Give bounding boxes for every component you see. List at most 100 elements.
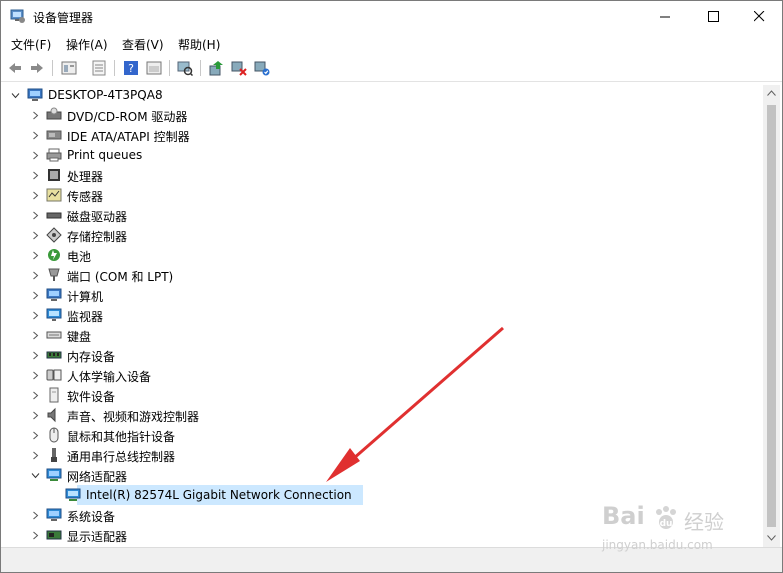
device-category-row[interactable]: 通用串行总线控制器 [2,445,762,465]
expand-chevron-icon[interactable] [30,385,40,405]
device-category-row[interactable]: IDE ATA/ATAPI 控制器 [2,125,762,145]
expand-chevron-icon[interactable] [30,145,40,165]
menu-view[interactable]: 查看(V) [122,36,164,53]
dvd-drive-icon [46,107,62,120]
menu-file[interactable]: 文件(F) [11,36,51,53]
computer-name: DESKTOP-4T3PQA8 [48,88,163,102]
device-category-row[interactable]: 网络适配器 [2,465,762,485]
list-button[interactable] [90,59,108,77]
forward-button[interactable] [28,59,46,77]
device-category-row[interactable]: 人体学输入设备 [2,365,762,385]
list-icon [92,60,106,76]
properties-button[interactable] [60,59,78,77]
scan-button[interactable] [176,59,194,77]
vertical-scrollbar[interactable] [763,85,780,547]
computer-icon [27,88,43,101]
toolbar-separator [52,60,53,76]
expand-chevron-icon[interactable] [30,165,40,185]
title-bar[interactable]: 设备管理器 [1,1,782,32]
hid-icon [46,369,62,381]
device-category-row[interactable]: 监视器 [2,305,762,325]
expand-chevron-icon[interactable] [30,325,40,345]
device-category-row[interactable]: 传感器 [2,185,762,205]
printer-icon [46,148,62,162]
device-category-row[interactable]: Print queues [2,145,762,165]
menu-bar: 文件(F) 操作(A) 查看(V) 帮助(H) [1,32,782,54]
collapse-chevron-icon[interactable] [10,85,20,105]
network-card-icon [65,488,81,501]
maximize-icon [707,11,719,22]
expand-chevron-icon[interactable] [30,105,40,125]
device-label: IDE ATA/ATAPI 控制器 [67,130,190,144]
expand-chevron-icon[interactable] [30,345,40,365]
watermark-brand: Bai [602,502,645,530]
device-label: 通用串行总线控制器 [67,450,176,464]
toolbar-separator [169,60,170,76]
device-category-row[interactable]: 磁盘驱动器 [2,205,762,225]
scroll-up-icon[interactable] [767,90,776,96]
back-button[interactable] [6,59,24,77]
expand-chevron-icon[interactable] [30,505,40,525]
minimize-button[interactable] [642,1,688,32]
close-button[interactable] [736,1,782,32]
device-label: Intel(R) 82574L Gigabit Network Connecti… [86,488,352,502]
enable-button[interactable] [253,59,271,77]
enable-icon [254,61,270,76]
device-label: 计算机 [67,290,104,304]
show-icon [146,61,162,75]
collapse-chevron-icon[interactable] [30,465,40,485]
expand-chevron-icon[interactable] [30,125,40,145]
menu-help[interactable]: 帮助(H) [178,36,220,53]
device-category-row[interactable]: 内存设备 [2,345,762,365]
device-label: 声音、视频和游戏控制器 [67,410,200,424]
window-title: 设备管理器 [33,11,94,25]
help-button[interactable]: ? [122,59,140,77]
expand-chevron-icon[interactable] [30,445,40,465]
device-category-row[interactable]: 处理器 [2,165,762,185]
uninstall-icon [231,61,247,76]
update-driver-button[interactable] [207,59,225,77]
device-label: DVD/CD-ROM 驱动器 [67,110,188,124]
maximize-button[interactable] [690,1,736,32]
keyboard-icon [46,331,62,339]
device-category-row[interactable]: 软件设备 [2,385,762,405]
device-category-row[interactable]: 端口 (COM 和 LPT) [2,265,762,285]
scroll-thumb[interactable] [767,105,776,527]
device-label: 监视器 [67,310,104,324]
device-category-row[interactable]: 电池 [2,245,762,265]
expand-chevron-icon[interactable] [30,245,40,265]
show-button[interactable] [145,59,163,77]
device-category-row[interactable]: 存储控制器 [2,225,762,245]
expand-chevron-icon[interactable] [30,365,40,385]
expand-chevron-icon[interactable] [30,305,40,325]
device-category-row[interactable]: 鼠标和其他指针设备 [2,425,762,445]
expand-chevron-icon[interactable] [30,525,40,545]
tree-root-row[interactable]: DESKTOP-4T3PQA8 [2,85,762,105]
device-category-row[interactable]: DVD/CD-ROM 驱动器 [2,105,762,125]
expand-chevron-icon[interactable] [30,265,40,285]
update-driver-icon [209,61,223,76]
display-adapter-icon [46,530,62,540]
help-icon: ? [124,61,138,75]
expand-chevron-icon[interactable] [30,405,40,425]
expand-chevron-icon[interactable] [30,205,40,225]
device-label: 磁盘驱动器 [67,210,128,224]
expand-chevron-icon[interactable] [30,225,40,245]
device-label: 鼠标和其他指针设备 [67,430,176,444]
close-icon [753,11,764,22]
device-category-row[interactable]: 键盘 [2,325,762,345]
expand-chevron-icon[interactable] [30,425,40,445]
software-device-icon [49,387,59,403]
processor-icon [48,169,60,181]
properties-icon [61,61,77,75]
menu-action[interactable]: 操作(A) [66,36,108,53]
watermark-brand2: 经验 [684,510,724,534]
uninstall-button[interactable] [230,59,248,77]
storage-controller-icon [46,227,62,243]
expand-chevron-icon[interactable] [30,285,40,305]
battery-icon [48,249,60,261]
device-category-row[interactable]: 声音、视频和游戏控制器 [2,405,762,425]
expand-chevron-icon[interactable] [30,185,40,205]
device-category-row[interactable]: 计算机 [2,285,762,305]
device-manager-window: 设备管理器 文件(F) 操作(A) 查看(V) 帮助(H) ? DESKTOP-… [0,0,783,573]
